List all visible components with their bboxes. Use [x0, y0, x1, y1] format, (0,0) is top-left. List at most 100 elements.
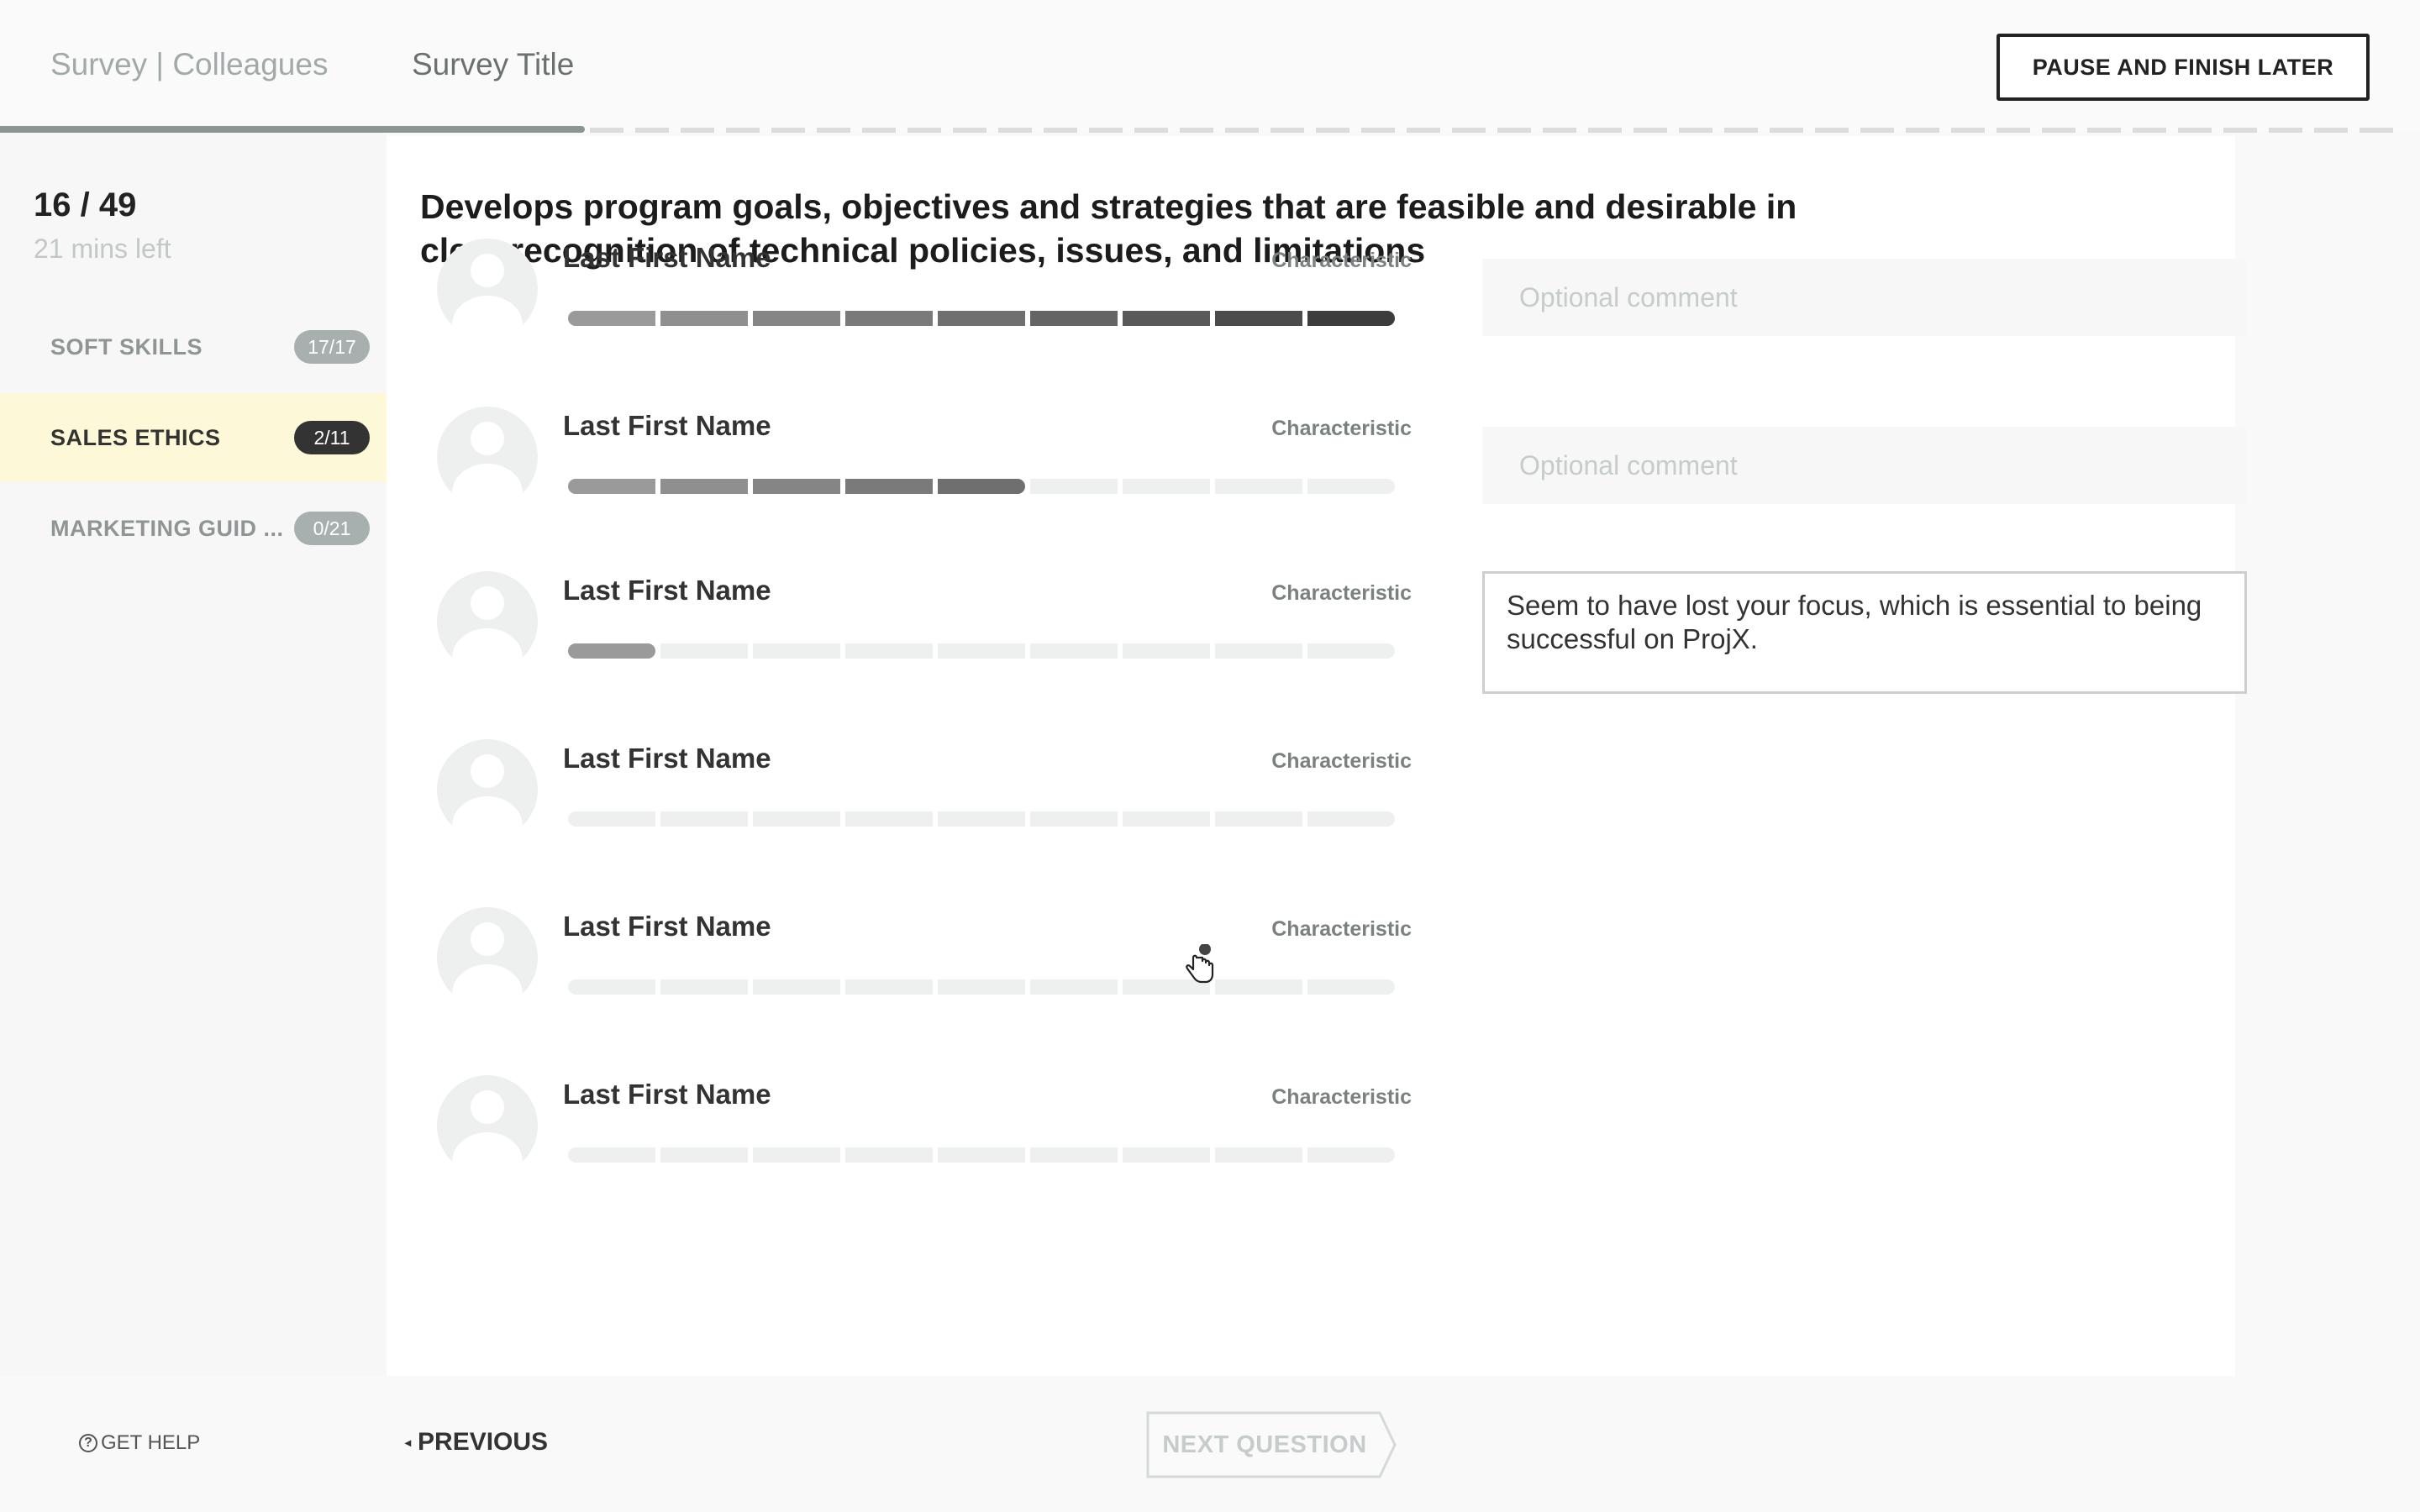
rating-slider[interactable]	[568, 311, 1395, 326]
rating-segment[interactable]	[1030, 643, 1118, 659]
rating-segment[interactable]	[938, 1147, 1025, 1163]
chevron-left-icon: ◂	[405, 1435, 412, 1449]
avatar	[437, 739, 538, 840]
rating-slider[interactable]	[568, 979, 1395, 995]
rating-segment[interactable]	[753, 1147, 840, 1163]
rating-segment[interactable]	[1030, 311, 1118, 326]
colleague-name: Last First Name	[563, 1079, 771, 1110]
rating-row: Last First Name Characteristic	[437, 739, 2202, 874]
rating-segment[interactable]	[568, 1147, 655, 1163]
rating-segment[interactable]	[1215, 1147, 1302, 1163]
rating-segment[interactable]	[938, 811, 1025, 827]
rating-segment[interactable]	[845, 811, 933, 827]
comment-field[interactable]	[1482, 259, 2247, 336]
next-question-label: NEXT QUESTION	[1162, 1431, 1367, 1458]
avatar	[437, 571, 538, 672]
rating-segment[interactable]	[1215, 979, 1302, 995]
rating-segment[interactable]	[568, 311, 655, 326]
rating-segment[interactable]	[1030, 479, 1118, 494]
colleague-name: Last First Name	[563, 743, 771, 774]
comment-field[interactable]: Seem to have lost your focus, which is e…	[1482, 571, 2247, 694]
rating-slider[interactable]	[568, 643, 1395, 659]
sidebar: 16 / 49 21 mins left SOFT SKILLS 17/17 S…	[0, 133, 387, 1376]
rating-segment[interactable]	[938, 643, 1025, 659]
header: Survey | Colleagues Survey Title PAUSE A…	[0, 0, 2420, 131]
get-help-link[interactable]: ? GET HELP	[79, 1431, 200, 1455]
rating-segment[interactable]	[1030, 979, 1118, 995]
rating-segment[interactable]	[1123, 311, 1210, 326]
question-panel: Develops program goals, objectives and s…	[387, 136, 2247, 1376]
app-brand: Survey | Colleagues	[50, 47, 329, 81]
pause-and-finish-later-button[interactable]: PAUSE AND FINISH LATER	[1996, 34, 2370, 101]
rating-segment[interactable]	[660, 643, 748, 659]
rating-segment[interactable]	[660, 979, 748, 995]
sidebar-item-label: SALES ETHICS	[50, 424, 221, 450]
rating-slider[interactable]	[568, 479, 1395, 494]
characteristic-label: Characteristic	[1271, 1085, 1412, 1109]
rating-segment[interactable]	[1307, 979, 1395, 995]
rating-segment[interactable]	[1307, 643, 1395, 659]
survey-progress-bar	[0, 126, 2420, 133]
rating-segment[interactable]	[845, 1147, 933, 1163]
characteristic-label: Characteristic	[1271, 249, 1412, 272]
avatar	[437, 907, 538, 1008]
progress-fill	[0, 126, 585, 133]
time-left: 21 mins left	[34, 234, 171, 264]
comment-field[interactable]	[1482, 427, 2247, 504]
rating-segment[interactable]	[1030, 811, 1118, 827]
rating-segment[interactable]	[1030, 1147, 1118, 1163]
rating-segment[interactable]	[938, 479, 1025, 494]
rating-segment[interactable]	[1215, 479, 1302, 494]
rating-segment[interactable]	[753, 643, 840, 659]
rating-segment[interactable]	[660, 1147, 748, 1163]
avatar	[437, 1075, 538, 1176]
rating-segment[interactable]	[753, 479, 840, 494]
footer: ? GET HELP ◂ PREVIOUS NEXT QUESTION	[0, 1376, 2420, 1512]
characteristic-label: Characteristic	[1271, 749, 1412, 773]
avatar	[437, 239, 538, 339]
rating-segment[interactable]	[845, 979, 933, 995]
characteristic-label: Characteristic	[1271, 917, 1412, 941]
characteristic-label: Characteristic	[1271, 581, 1412, 605]
rating-row: Last First Name Characteristic	[437, 239, 2247, 373]
rating-row: Last First Name Characteristic	[437, 1075, 2202, 1210]
rating-segment[interactable]	[1307, 479, 1395, 494]
rating-segment[interactable]	[568, 479, 655, 494]
sidebar-item-sales-ethics[interactable]: SALES ETHICS 2/11	[0, 393, 387, 482]
question-circle-icon: ?	[79, 1434, 97, 1452]
rating-segment[interactable]	[568, 979, 655, 995]
rating-segment[interactable]	[1307, 1147, 1395, 1163]
rating-segment[interactable]	[1123, 643, 1210, 659]
rating-row: Last First Name Characteristic	[437, 907, 2202, 1042]
rating-segment[interactable]	[660, 479, 748, 494]
rating-segment[interactable]	[1307, 311, 1395, 326]
rating-segment[interactable]	[845, 643, 933, 659]
rating-slider[interactable]	[568, 811, 1395, 827]
rating-segment[interactable]	[568, 643, 655, 659]
rating-segment[interactable]	[1123, 479, 1210, 494]
rating-segment[interactable]	[1215, 311, 1302, 326]
rating-segment[interactable]	[845, 311, 933, 326]
sidebar-item-marketing-guidelines[interactable]: MARKETING GUID ... 0/21	[0, 484, 387, 573]
rating-slider[interactable]	[568, 1147, 1395, 1163]
rating-segment[interactable]	[1215, 811, 1302, 827]
rating-segment[interactable]	[660, 811, 748, 827]
rating-segment[interactable]	[1123, 811, 1210, 827]
rating-segment[interactable]	[938, 979, 1025, 995]
rating-segment[interactable]	[568, 811, 655, 827]
rating-segment[interactable]	[938, 311, 1025, 326]
rating-segment[interactable]	[1123, 1147, 1210, 1163]
rating-segment[interactable]	[845, 479, 933, 494]
rating-segment[interactable]	[753, 979, 840, 995]
sidebar-item-soft-skills[interactable]: SOFT SKILLS 17/17	[0, 302, 387, 391]
avatar	[437, 407, 538, 507]
previous-button[interactable]: ◂ PREVIOUS	[405, 1428, 548, 1457]
rating-segment[interactable]	[1215, 643, 1302, 659]
next-question-button[interactable]: NEXT QUESTION	[1146, 1411, 1398, 1478]
rating-segment[interactable]	[753, 311, 840, 326]
colleague-name: Last First Name	[563, 410, 771, 441]
rating-segment[interactable]	[753, 811, 840, 827]
section-progress-badge: 17/17	[294, 330, 370, 364]
rating-segment[interactable]	[1307, 811, 1395, 827]
rating-segment[interactable]	[660, 311, 748, 326]
